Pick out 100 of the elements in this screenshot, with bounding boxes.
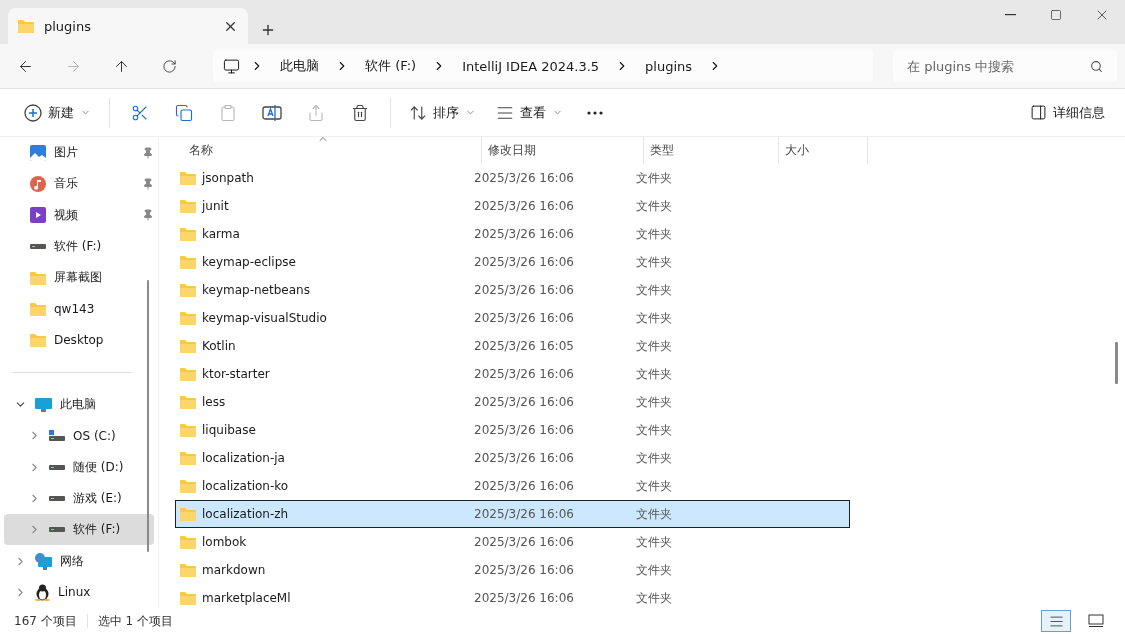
quick-access-item[interactable]: Desktop (4, 324, 154, 356)
file-name: keymap-visualStudio (202, 311, 327, 325)
tree-item[interactable]: 游戏 (E:) (4, 482, 154, 515)
cut-icon (131, 103, 149, 122)
file-row[interactable]: liquibase 2025/3/26 16:06 文件夹 (175, 416, 850, 444)
sort-button[interactable]: 排序 (401, 96, 484, 129)
breadcrumb-item[interactable]: IntelliJ IDEA 2024.3.5 (456, 58, 606, 74)
folder-icon (180, 255, 196, 269)
new-button[interactable]: 新建 (16, 96, 99, 129)
sort-icon (409, 103, 427, 122)
file-row[interactable]: markdown 2025/3/26 16:06 文件夹 (175, 556, 850, 584)
file-type: 文件夹 (635, 169, 673, 187)
file-type: 文件夹 (635, 309, 673, 327)
file-type: 文件夹 (635, 393, 673, 411)
folder-icon (180, 227, 196, 241)
file-name: Kotlin (202, 339, 236, 353)
file-name: less (202, 395, 226, 409)
address-bar[interactable]: 此电脑 软件 (F:) IntelliJ IDEA 2024.3.5 plugins (213, 50, 873, 82)
column-header[interactable]: 修改日期 (482, 137, 644, 164)
modified-date: 2025/3/26 16:06 (473, 451, 575, 465)
plus-circle-icon (24, 103, 42, 122)
file-row[interactable]: jsonpath 2025/3/26 16:06 文件夹 (175, 164, 850, 192)
file-row[interactable]: localization-zh 2025/3/26 16:06 文件夹 (175, 500, 850, 528)
file-row[interactable]: localization-ko 2025/3/26 16:06 文件夹 (175, 472, 850, 500)
tree-item[interactable]: 此电脑 (4, 388, 154, 421)
file-name: junit (202, 199, 229, 213)
file-type: 文件夹 (635, 505, 673, 523)
file-row[interactable]: Kotlin 2025/3/26 16:05 文件夹 (175, 332, 850, 360)
share-icon (307, 103, 325, 122)
details-view-button[interactable] (1041, 610, 1071, 632)
file-type: 文件夹 (635, 561, 673, 579)
folder-icon (180, 423, 196, 437)
file-row[interactable]: localization-ja 2025/3/26 16:06 文件夹 (175, 444, 850, 472)
picture-icon (30, 144, 46, 161)
file-row[interactable]: marketplaceMl 2025/3/26 16:06 文件夹 (175, 584, 850, 608)
selection-count: 选中 1 个项目 (97, 612, 173, 630)
details-pane-icon (1030, 104, 1047, 121)
breadcrumb-item[interactable]: plugins (639, 58, 699, 74)
breadcrumb-item[interactable]: 软件 (F:) (359, 57, 423, 75)
modified-date: 2025/3/26 16:06 (473, 535, 575, 549)
file-row[interactable]: karma 2025/3/26 16:06 文件夹 (175, 220, 850, 248)
refresh-icon (161, 58, 177, 74)
scrollbar[interactable] (147, 280, 149, 552)
file-type: 文件夹 (635, 253, 673, 271)
file-name: keymap-eclipse (202, 255, 296, 269)
file-row[interactable]: keymap-visualStudio 2025/3/26 16:06 文件夹 (175, 304, 850, 332)
tree-item[interactable]: 网络 (4, 545, 154, 577)
file-row[interactable]: less 2025/3/26 16:06 文件夹 (175, 388, 850, 416)
file-type: 文件夹 (635, 449, 673, 467)
quick-access-item[interactable]: 图片 (4, 137, 154, 169)
quick-access-item[interactable]: 音乐 (4, 168, 154, 200)
file-type: 文件夹 (635, 281, 673, 299)
modified-date: 2025/3/26 16:06 (473, 367, 575, 381)
quick-access-item[interactable]: qw143 (4, 293, 154, 325)
tab[interactable]: plugins (8, 8, 248, 44)
file-row[interactable]: lombok 2025/3/26 16:06 文件夹 (175, 528, 850, 556)
file-name: localization-zh (202, 507, 289, 521)
file-type: 文件夹 (635, 421, 673, 439)
maximize-icon (1050, 9, 1062, 21)
details-view-icon (1048, 613, 1064, 629)
file-row[interactable]: keymap-netbeans 2025/3/26 16:06 文件夹 (175, 276, 850, 304)
tree-item[interactable]: Linux (4, 576, 154, 608)
modified-date: 2025/3/26 16:06 (473, 255, 575, 269)
drive-icon (49, 527, 65, 533)
tree-item[interactable]: 软件 (F:) (4, 514, 154, 546)
file-type: 文件夹 (635, 365, 673, 383)
plus-icon (260, 22, 276, 38)
file-name: ktor-starter (202, 367, 270, 381)
rename-icon (262, 103, 282, 122)
file-name: lombok (202, 535, 247, 549)
minimize-icon (1004, 14, 1016, 16)
drive-icon (49, 430, 65, 442)
file-type: 文件夹 (635, 589, 673, 607)
column-header[interactable]: 大小 (779, 137, 868, 164)
tree-item[interactable]: OS (C:) (4, 420, 154, 452)
details-button[interactable]: 详细信息 (1022, 96, 1113, 129)
column-header[interactable]: 名称 (175, 137, 482, 164)
file-row[interactable]: junit 2025/3/26 16:06 文件夹 (175, 192, 850, 220)
column-header[interactable]: 类型 (644, 137, 779, 164)
folder-icon (180, 339, 196, 353)
scrollbar[interactable] (1115, 342, 1118, 384)
search-icon (1090, 60, 1103, 73)
folder-icon (180, 367, 196, 381)
file-name: jsonpath (202, 171, 254, 185)
breadcrumb-item[interactable]: 此电脑 (274, 57, 325, 75)
modified-date: 2025/3/26 16:06 (473, 395, 575, 409)
more-icon (587, 110, 603, 115)
file-row[interactable]: ktor-starter 2025/3/26 16:06 文件夹 (175, 360, 850, 388)
folder-icon (30, 333, 46, 348)
file-name: liquibase (202, 423, 256, 437)
search-field[interactable]: 在 plugins 中搜索 (893, 50, 1117, 82)
quick-access-item[interactable]: 屏幕截图 (4, 262, 154, 294)
file-type: 文件夹 (635, 477, 673, 495)
file-name: markdown (202, 563, 266, 577)
view-button[interactable]: 查看 (488, 96, 571, 129)
file-row[interactable]: keymap-eclipse 2025/3/26 16:06 文件夹 (175, 248, 850, 276)
quick-access-item[interactable]: 软件 (F:) (4, 230, 154, 263)
tree-item[interactable]: 随便 (D:) (4, 451, 154, 483)
quick-access-item[interactable]: 视频 (4, 199, 154, 231)
modified-date: 2025/3/26 16:06 (473, 423, 575, 437)
